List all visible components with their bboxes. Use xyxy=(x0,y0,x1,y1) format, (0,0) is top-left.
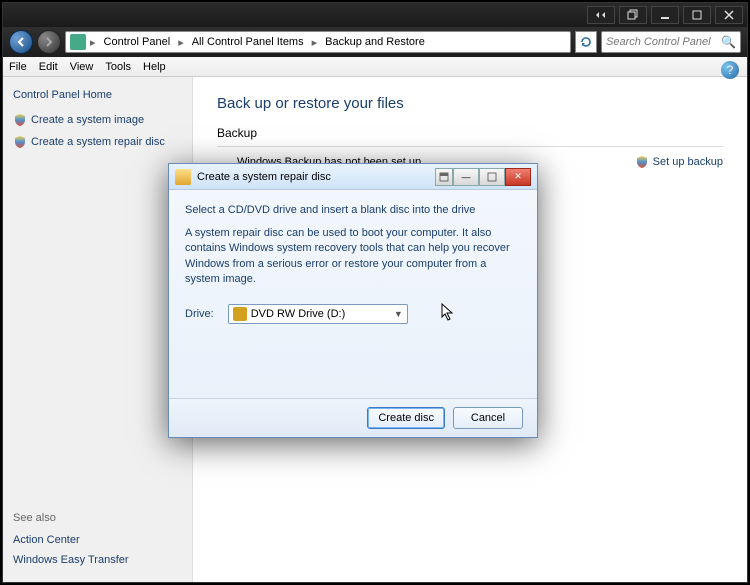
sidebar-link-label: Create a system repair disc xyxy=(31,136,165,148)
drive-row: Drive: DVD RW Drive (D:) ▼ xyxy=(185,304,521,324)
dialog-minimize-button[interactable]: — xyxy=(453,168,479,186)
search-box[interactable]: 🔍 xyxy=(601,31,741,53)
dialog-window-controls: — ✕ xyxy=(435,168,531,186)
outer-titlebar xyxy=(3,3,747,27)
sidebar-link-label: Create a system image xyxy=(31,114,144,126)
page-title: Back up or restore your files xyxy=(217,95,723,112)
see-also-action-center[interactable]: Action Center xyxy=(13,534,182,546)
sidebar-link-system-image[interactable]: Create a system image xyxy=(13,113,182,127)
search-input[interactable] xyxy=(606,36,721,48)
chevron-right-icon: ▸ xyxy=(308,36,322,49)
menu-file[interactable]: File xyxy=(9,61,27,73)
titlebar-button-maximize[interactable] xyxy=(683,6,711,24)
breadcrumb-leaf[interactable]: Backup and Restore xyxy=(321,36,429,48)
shield-icon xyxy=(635,155,649,169)
search-icon: 🔍 xyxy=(721,35,736,49)
menu-view[interactable]: View xyxy=(70,61,94,73)
control-panel-icon xyxy=(70,34,86,50)
titlebar-button-restore-down[interactable] xyxy=(619,6,647,24)
dialog-close-button[interactable]: ✕ xyxy=(505,168,531,186)
see-also-heading: See also xyxy=(13,512,182,524)
breadcrumb-root[interactable]: Control Panel xyxy=(100,36,175,48)
setup-backup-link[interactable]: Set up backup xyxy=(635,155,723,169)
dialog-maximize-button[interactable] xyxy=(479,168,505,186)
menu-help[interactable]: Help xyxy=(143,61,166,73)
disc-drive-icon xyxy=(233,307,247,321)
help-icon[interactable]: ? xyxy=(721,61,739,79)
see-also-easy-transfer[interactable]: Windows Easy Transfer xyxy=(13,554,182,566)
chevron-down-icon: ▼ xyxy=(394,309,403,319)
menu-edit[interactable]: Edit xyxy=(39,61,58,73)
cancel-button[interactable]: Cancel xyxy=(453,407,523,429)
shield-icon xyxy=(13,113,27,127)
setup-backup-label: Set up backup xyxy=(653,156,723,168)
chevron-right-icon: ▸ xyxy=(174,36,188,49)
create-disc-button[interactable]: Create disc xyxy=(367,407,445,429)
dialog-title: Create a system repair disc xyxy=(197,171,429,183)
repair-disc-dialog: Create a system repair disc — ✕ Select a… xyxy=(168,163,538,438)
breadcrumb[interactable]: ▸ Control Panel ▸ All Control Panel Item… xyxy=(65,31,571,53)
section-heading: Backup xyxy=(217,126,723,140)
section-divider xyxy=(217,146,723,147)
back-button[interactable] xyxy=(9,30,33,54)
sidebar-home-link[interactable]: Control Panel Home xyxy=(13,89,182,101)
navigation-bar: ▸ Control Panel ▸ All Control Panel Item… xyxy=(3,27,747,57)
drive-select-value: DVD RW Drive (D:) xyxy=(251,308,346,320)
titlebar-button-dual-arrows[interactable] xyxy=(587,6,615,24)
menu-bar: File Edit View Tools Help xyxy=(3,57,747,77)
menu-tools[interactable]: Tools xyxy=(105,61,131,73)
shield-icon xyxy=(13,135,27,149)
sidebar: Control Panel Home Create a system image… xyxy=(3,77,193,582)
dialog-description: A system repair disc can be used to boot… xyxy=(185,226,521,288)
forward-button[interactable] xyxy=(37,30,61,54)
window-frame: ▸ Control Panel ▸ All Control Panel Item… xyxy=(2,2,748,583)
dialog-titlebar[interactable]: Create a system repair disc — ✕ xyxy=(169,164,537,190)
dialog-button-row: Create disc Cancel xyxy=(169,398,537,437)
refresh-button[interactable] xyxy=(575,31,597,53)
breadcrumb-mid[interactable]: All Control Panel Items xyxy=(188,36,308,48)
dialog-instruction: Select a CD/DVD drive and insert a blank… xyxy=(185,204,521,216)
dialog-body: Select a CD/DVD drive and insert a blank… xyxy=(169,190,537,398)
sidebar-link-repair-disc[interactable]: Create a system repair disc xyxy=(13,135,182,149)
dialog-hide-button[interactable] xyxy=(435,168,453,186)
dialog-icon xyxy=(175,169,191,185)
drive-select[interactable]: DVD RW Drive (D:) ▼ xyxy=(228,304,408,324)
chevron-right-icon: ▸ xyxy=(86,36,100,49)
titlebar-button-minimize[interactable] xyxy=(651,6,679,24)
drive-label: Drive: xyxy=(185,308,214,320)
titlebar-button-close[interactable] xyxy=(715,6,743,24)
